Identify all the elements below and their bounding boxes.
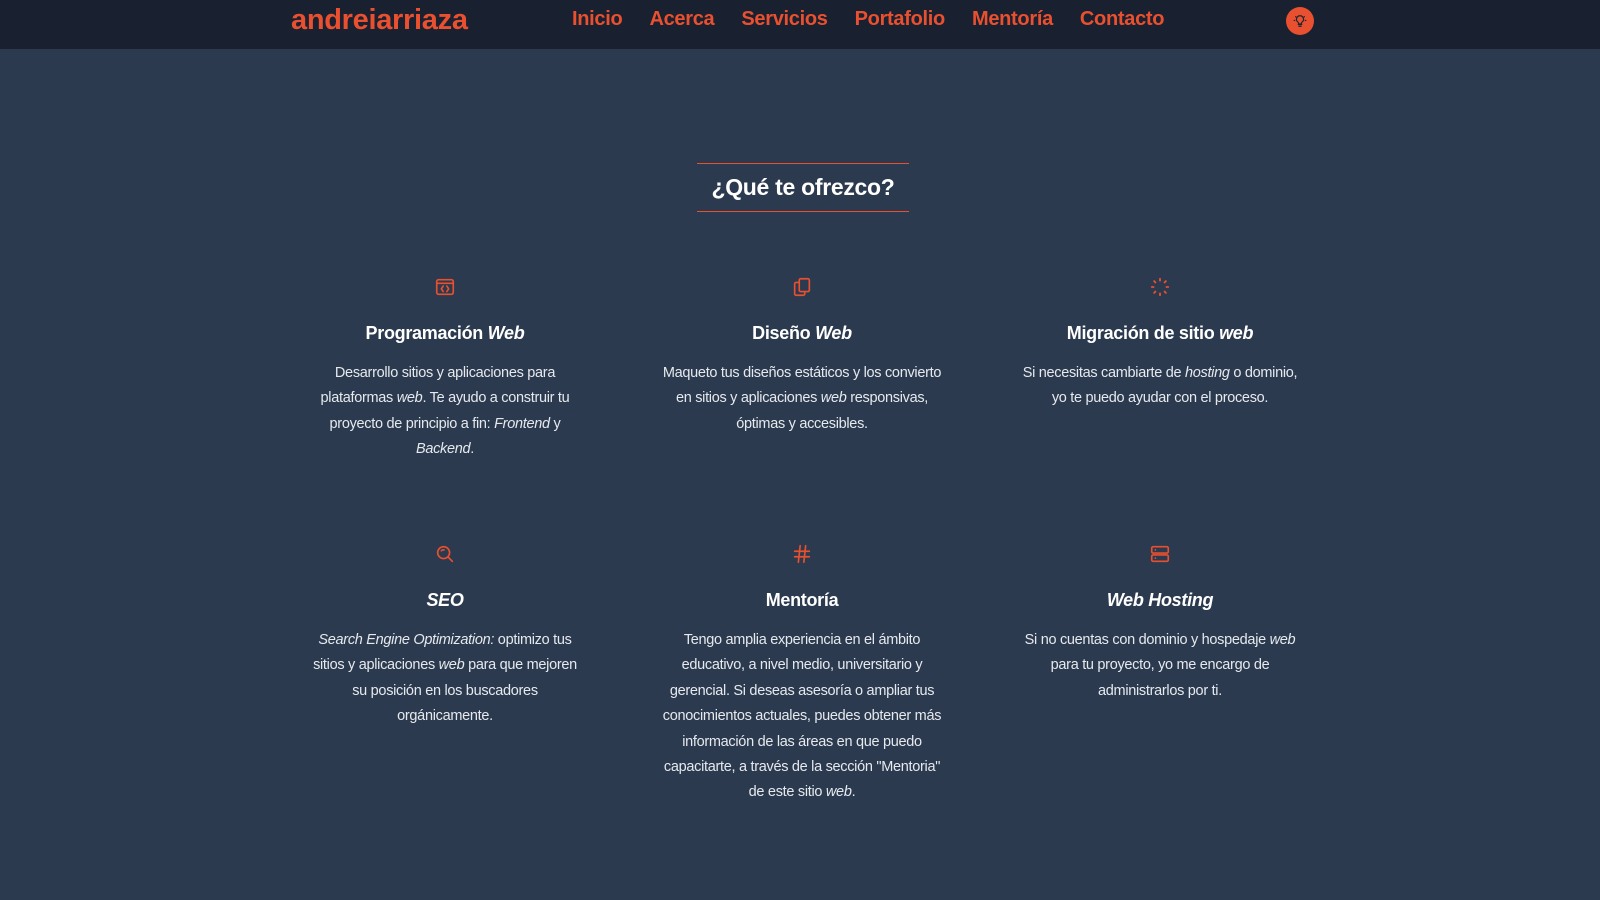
service-card-seo: SEO Search Engine Optimization: optimizo… — [295, 543, 595, 730]
service-description: Si no cuentas con dominio y hospedaje we… — [1024, 632, 1296, 699]
service-card-diseno-web: Diseño Web Maqueto tus diseños estáticos… — [652, 276, 952, 437]
lightbulb-icon — [1293, 15, 1307, 27]
loader-icon — [1150, 277, 1170, 297]
theme-toggle-button[interactable] — [1286, 7, 1314, 35]
service-description: Desarrollo sitios y aplicaciones para pl… — [320, 365, 570, 458]
service-title: SEO — [426, 590, 464, 610]
navbar: andreiarriaza Inicio Acerca Servicios Po… — [0, 0, 1600, 49]
hash-icon — [793, 544, 811, 564]
service-title: Programación Web — [365, 323, 525, 343]
service-title: Web Hosting — [1106, 590, 1214, 610]
nav-contacto[interactable]: Contacto — [1080, 8, 1165, 31]
service-title: Mentoría — [765, 590, 839, 610]
code-window-icon — [435, 278, 455, 296]
service-description: Tengo amplia experiencia en el ámbito ed… — [662, 632, 942, 801]
section-title: ¿Qué te ofrezco? — [711, 174, 895, 200]
service-title: Diseño Web — [752, 323, 852, 343]
nav-mentoria[interactable]: Mentoría — [972, 8, 1053, 31]
brand-logo-link[interactable]: andreiarriaza — [291, 4, 468, 37]
service-card-web-hosting: Web Hosting Si no cuentas con dominio y … — [1010, 543, 1310, 704]
service-card-migracion: Migración de sitio web Si necesitas camb… — [1010, 276, 1310, 412]
service-description: Si necesitas cambiarte de hosting o domi… — [1022, 365, 1298, 407]
copy-icon — [793, 277, 811, 297]
service-card-programacion-web: Programación Web Desarrollo sitios y apl… — [295, 276, 595, 463]
nav-servicios[interactable]: Servicios — [741, 8, 828, 31]
service-card-mentoria: Mentoría Tengo amplia experiencia en el … — [652, 543, 952, 806]
section-title-box: ¿Qué te ofrezco? — [697, 163, 909, 212]
service-description: Search Engine Optimization: optimizo tus… — [313, 632, 577, 725]
server-icon — [1150, 545, 1170, 563]
nav-inicio[interactable]: Inicio — [572, 8, 623, 31]
service-description: Maqueto tus diseños estáticos y los conv… — [662, 365, 942, 432]
nav-acerca[interactable]: Acerca — [649, 8, 714, 31]
zoom-icon — [436, 545, 454, 563]
main-nav: Inicio Acerca Servicios Portafolio Mento… — [572, 8, 1164, 31]
nav-portafolio[interactable]: Portafolio — [855, 8, 946, 31]
service-title: Migración de sitio web — [1066, 323, 1254, 343]
